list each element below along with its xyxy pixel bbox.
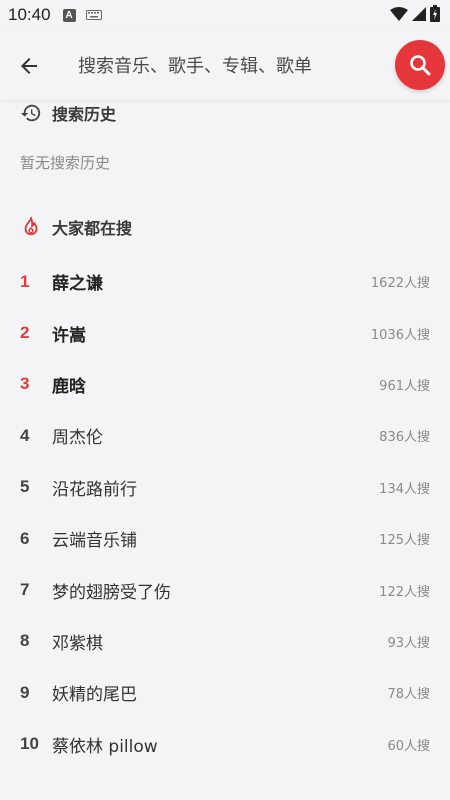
- hot-search-item[interactable]: 3 鹿晗 961人搜: [0, 359, 450, 410]
- wifi-icon: [390, 6, 408, 25]
- hot-search-item[interactable]: 7 梦的翅膀受了伤 122人搜: [0, 564, 450, 615]
- hot-search-item[interactable]: 10 蔡依林 pillow 60人搜: [0, 719, 450, 770]
- hot-rank: 8: [20, 631, 30, 651]
- hot-name: 梦的翅膀受了伤: [52, 582, 171, 603]
- search-input[interactable]: [68, 46, 378, 86]
- battery-icon: [430, 4, 440, 26]
- hot-count: 125人搜: [379, 533, 430, 549]
- hot-rank: 7: [20, 580, 30, 600]
- hot-search-item[interactable]: 1 薛之谦 1622人搜: [0, 256, 450, 307]
- hot-count: 836人搜: [379, 430, 430, 446]
- hot-rank: 2: [20, 323, 30, 343]
- search-bar: [0, 30, 450, 100]
- search-button[interactable]: [395, 40, 445, 90]
- hot-rank: 6: [20, 528, 30, 548]
- back-button[interactable]: [14, 51, 44, 81]
- hot-rank: 1: [20, 271, 30, 291]
- keyboard-icon: [85, 10, 102, 20]
- hot-name: 周杰伦: [52, 428, 103, 449]
- hot-count: 93人搜: [387, 635, 430, 651]
- hot-count: 78人搜: [387, 687, 430, 703]
- hot-count: 134人搜: [379, 481, 430, 497]
- status-bar: 10:40 A: [0, 0, 450, 30]
- status-time: 10:40: [8, 5, 51, 24]
- hot-count: 961人搜: [379, 378, 430, 394]
- signal-icon: [412, 6, 426, 25]
- hot-rank: 5: [20, 477, 30, 497]
- status-icons: [390, 4, 440, 26]
- hot-rank: 10: [20, 734, 39, 754]
- search-icon: [410, 55, 431, 76]
- hot-search-item[interactable]: 8 邓紫棋 93人搜: [0, 616, 450, 667]
- hot-search-item[interactable]: 4 周杰伦 836人搜: [0, 410, 450, 461]
- hot-rank: 9: [20, 682, 30, 702]
- hot-name: 薛之谦: [52, 274, 103, 295]
- search-history-header: 搜索历史: [20, 101, 116, 125]
- hot-count: 60人搜: [387, 738, 430, 754]
- hot-name: 许嵩: [52, 325, 86, 346]
- arrow-left-icon: [21, 58, 37, 74]
- search-history-empty: 暂无搜索历史: [20, 154, 111, 172]
- hot-search-title: 大家都在搜: [52, 219, 133, 238]
- hot-name: 沿花路前行: [52, 479, 137, 500]
- hot-rank: 4: [20, 425, 30, 445]
- hot-count: 1622人搜: [370, 276, 430, 292]
- hot-search-item[interactable]: 5 沿花路前行 134人搜: [0, 462, 450, 513]
- hot-name: 妖精的尾巴: [52, 685, 137, 706]
- history-icon: [20, 104, 41, 122]
- hot-name: 鹿晗: [52, 376, 86, 397]
- hot-search-item[interactable]: 6 云端音乐铺 125人搜: [0, 513, 450, 564]
- hot-name: 云端音乐铺: [52, 531, 137, 552]
- hot-name: 蔡依林 pillow: [52, 736, 158, 757]
- hot-search-list: 1 薛之谦 1622人搜 2 许嵩 1036人搜 3 鹿晗 961人搜 4 周杰伦 836人搜 5 沿花路…: [0, 256, 450, 770]
- flame-icon: [24, 216, 38, 236]
- hot-search-header: 大家都在搜: [20, 215, 132, 239]
- notification-a-icon: A: [62, 8, 76, 22]
- hot-count: 1036人搜: [370, 327, 430, 343]
- search-history-title: 搜索历史: [52, 105, 117, 124]
- hot-rank: 3: [20, 374, 30, 394]
- hot-search-item[interactable]: 2 许嵩 1036人搜: [0, 307, 450, 358]
- hot-name: 邓紫棋: [52, 633, 103, 654]
- hot-search-item[interactable]: 9 妖精的尾巴 78人搜: [0, 667, 450, 718]
- hot-count: 122人搜: [379, 584, 430, 600]
